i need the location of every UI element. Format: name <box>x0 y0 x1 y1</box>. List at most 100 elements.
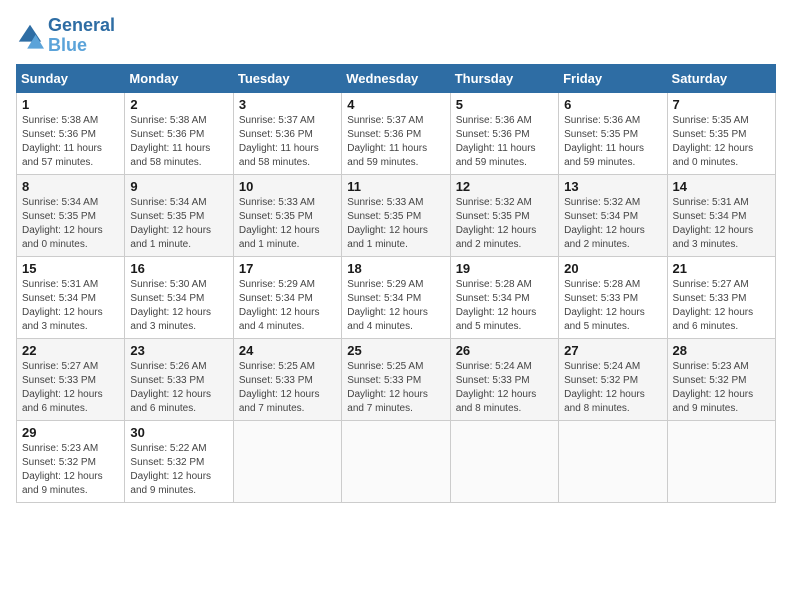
day-number: 24 <box>239 343 336 358</box>
day-info: Sunrise: 5:32 AM Sunset: 5:34 PM Dayligh… <box>564 196 661 252</box>
day-info: Sunrise: 5:25 AM Sunset: 5:33 PM Dayligh… <box>347 360 444 416</box>
day-info: Sunrise: 5:34 AM Sunset: 5:35 PM Dayligh… <box>130 196 227 252</box>
day-number: 3 <box>239 97 336 112</box>
day-info: Sunrise: 5:26 AM Sunset: 5:33 PM Dayligh… <box>130 360 227 416</box>
day-number: 26 <box>456 343 553 358</box>
day-number: 7 <box>673 97 770 112</box>
calendar-week: 22 Sunrise: 5:27 AM Sunset: 5:33 PM Dayli… <box>17 338 776 420</box>
day-info: Sunrise: 5:29 AM Sunset: 5:34 PM Dayligh… <box>239 278 336 334</box>
weekday-header: Wednesday <box>342 64 450 92</box>
calendar-cell: 14 Sunrise: 5:31 AM Sunset: 5:34 PM Dayli… <box>667 174 775 256</box>
weekday-header: Sunday <box>17 64 125 92</box>
day-number: 13 <box>564 179 661 194</box>
calendar-cell <box>342 420 450 502</box>
calendar-cell: 20 Sunrise: 5:28 AM Sunset: 5:33 PM Dayli… <box>559 256 667 338</box>
day-number: 17 <box>239 261 336 276</box>
weekday-header: Saturday <box>667 64 775 92</box>
day-info: Sunrise: 5:38 AM Sunset: 5:36 PM Dayligh… <box>22 114 119 170</box>
calendar-cell: 24 Sunrise: 5:25 AM Sunset: 5:33 PM Dayli… <box>233 338 341 420</box>
day-info: Sunrise: 5:28 AM Sunset: 5:33 PM Dayligh… <box>564 278 661 334</box>
calendar-week: 15 Sunrise: 5:31 AM Sunset: 5:34 PM Dayli… <box>17 256 776 338</box>
calendar-body: 1 Sunrise: 5:38 AM Sunset: 5:36 PM Daylig… <box>17 92 776 502</box>
day-info: Sunrise: 5:34 AM Sunset: 5:35 PM Dayligh… <box>22 196 119 252</box>
day-number: 9 <box>130 179 227 194</box>
day-info: Sunrise: 5:36 AM Sunset: 5:36 PM Dayligh… <box>456 114 553 170</box>
calendar-cell: 21 Sunrise: 5:27 AM Sunset: 5:33 PM Dayli… <box>667 256 775 338</box>
logo: General Blue <box>16 16 115 56</box>
calendar-cell: 26 Sunrise: 5:24 AM Sunset: 5:33 PM Dayli… <box>450 338 558 420</box>
weekday-header: Thursday <box>450 64 558 92</box>
day-info: Sunrise: 5:23 AM Sunset: 5:32 PM Dayligh… <box>22 442 119 498</box>
calendar-cell: 9 Sunrise: 5:34 AM Sunset: 5:35 PM Daylig… <box>125 174 233 256</box>
day-info: Sunrise: 5:28 AM Sunset: 5:34 PM Dayligh… <box>456 278 553 334</box>
day-number: 22 <box>22 343 119 358</box>
day-number: 16 <box>130 261 227 276</box>
day-info: Sunrise: 5:22 AM Sunset: 5:32 PM Dayligh… <box>130 442 227 498</box>
day-info: Sunrise: 5:27 AM Sunset: 5:33 PM Dayligh… <box>673 278 770 334</box>
day-info: Sunrise: 5:24 AM Sunset: 5:33 PM Dayligh… <box>456 360 553 416</box>
day-number: 6 <box>564 97 661 112</box>
day-info: Sunrise: 5:31 AM Sunset: 5:34 PM Dayligh… <box>22 278 119 334</box>
day-number: 15 <box>22 261 119 276</box>
calendar-cell: 4 Sunrise: 5:37 AM Sunset: 5:36 PM Daylig… <box>342 92 450 174</box>
calendar-cell: 8Sunrise: 5:34 AM Sunset: 5:35 PM Daylig… <box>17 174 125 256</box>
calendar-cell <box>233 420 341 502</box>
day-number: 12 <box>456 179 553 194</box>
calendar-cell: 22 Sunrise: 5:27 AM Sunset: 5:33 PM Dayli… <box>17 338 125 420</box>
day-info: Sunrise: 5:24 AM Sunset: 5:32 PM Dayligh… <box>564 360 661 416</box>
calendar-cell: 2Sunrise: 5:38 AM Sunset: 5:36 PM Daylig… <box>125 92 233 174</box>
calendar-cell: 29 Sunrise: 5:23 AM Sunset: 5:32 PM Dayli… <box>17 420 125 502</box>
calendar-week: 29 Sunrise: 5:23 AM Sunset: 5:32 PM Dayli… <box>17 420 776 502</box>
weekday-header: Monday <box>125 64 233 92</box>
day-info: Sunrise: 5:33 AM Sunset: 5:35 PM Dayligh… <box>239 196 336 252</box>
day-info: Sunrise: 5:27 AM Sunset: 5:33 PM Dayligh… <box>22 360 119 416</box>
day-info: Sunrise: 5:36 AM Sunset: 5:35 PM Dayligh… <box>564 114 661 170</box>
day-info: Sunrise: 5:37 AM Sunset: 5:36 PM Dayligh… <box>347 114 444 170</box>
day-number: 19 <box>456 261 553 276</box>
weekday-header: Friday <box>559 64 667 92</box>
calendar-cell: 19 Sunrise: 5:28 AM Sunset: 5:34 PM Dayli… <box>450 256 558 338</box>
calendar-cell: 1 Sunrise: 5:38 AM Sunset: 5:36 PM Daylig… <box>17 92 125 174</box>
day-number: 20 <box>564 261 661 276</box>
day-number: 21 <box>673 261 770 276</box>
calendar-cell: 5Sunrise: 5:36 AM Sunset: 5:36 PM Daylig… <box>450 92 558 174</box>
calendar-cell: 6 Sunrise: 5:36 AM Sunset: 5:35 PM Daylig… <box>559 92 667 174</box>
calendar-cell: 12Sunrise: 5:32 AM Sunset: 5:35 PM Dayli… <box>450 174 558 256</box>
day-number: 30 <box>130 425 227 440</box>
logo-text: General Blue <box>48 16 115 56</box>
day-number: 4 <box>347 97 444 112</box>
calendar-cell: 11 Sunrise: 5:33 AM Sunset: 5:35 PM Dayli… <box>342 174 450 256</box>
calendar-cell: 10Sunrise: 5:33 AM Sunset: 5:35 PM Dayli… <box>233 174 341 256</box>
day-info: Sunrise: 5:29 AM Sunset: 5:34 PM Dayligh… <box>347 278 444 334</box>
day-info: Sunrise: 5:38 AM Sunset: 5:36 PM Dayligh… <box>130 114 227 170</box>
day-number: 1 <box>22 97 119 112</box>
calendar-cell <box>559 420 667 502</box>
calendar-week: 1 Sunrise: 5:38 AM Sunset: 5:36 PM Daylig… <box>17 92 776 174</box>
day-number: 28 <box>673 343 770 358</box>
weekday-header: Tuesday <box>233 64 341 92</box>
calendar-cell: 28 Sunrise: 5:23 AM Sunset: 5:32 PM Dayli… <box>667 338 775 420</box>
day-info: Sunrise: 5:23 AM Sunset: 5:32 PM Dayligh… <box>673 360 770 416</box>
day-info: Sunrise: 5:25 AM Sunset: 5:33 PM Dayligh… <box>239 360 336 416</box>
calendar-cell <box>450 420 558 502</box>
calendar-cell: 23 Sunrise: 5:26 AM Sunset: 5:33 PM Dayli… <box>125 338 233 420</box>
calendar-week: 8Sunrise: 5:34 AM Sunset: 5:35 PM Daylig… <box>17 174 776 256</box>
calendar-cell: 13 Sunrise: 5:32 AM Sunset: 5:34 PM Dayli… <box>559 174 667 256</box>
calendar-cell: 3Sunrise: 5:37 AM Sunset: 5:36 PM Daylig… <box>233 92 341 174</box>
calendar-cell <box>667 420 775 502</box>
calendar-cell: 18 Sunrise: 5:29 AM Sunset: 5:34 PM Dayli… <box>342 256 450 338</box>
calendar-table: SundayMondayTuesdayWednesdayThursdayFrid… <box>16 64 776 503</box>
calendar-cell: 27Sunrise: 5:24 AM Sunset: 5:32 PM Dayli… <box>559 338 667 420</box>
day-number: 11 <box>347 179 444 194</box>
calendar-header: SundayMondayTuesdayWednesdayThursdayFrid… <box>17 64 776 92</box>
day-number: 14 <box>673 179 770 194</box>
logo-icon <box>16 22 44 50</box>
day-info: Sunrise: 5:35 AM Sunset: 5:35 PM Dayligh… <box>673 114 770 170</box>
day-info: Sunrise: 5:33 AM Sunset: 5:35 PM Dayligh… <box>347 196 444 252</box>
day-info: Sunrise: 5:31 AM Sunset: 5:34 PM Dayligh… <box>673 196 770 252</box>
calendar-cell: 17 Sunrise: 5:29 AM Sunset: 5:34 PM Dayli… <box>233 256 341 338</box>
day-number: 29 <box>22 425 119 440</box>
page-header: General Blue <box>16 16 776 56</box>
day-number: 18 <box>347 261 444 276</box>
day-number: 23 <box>130 343 227 358</box>
